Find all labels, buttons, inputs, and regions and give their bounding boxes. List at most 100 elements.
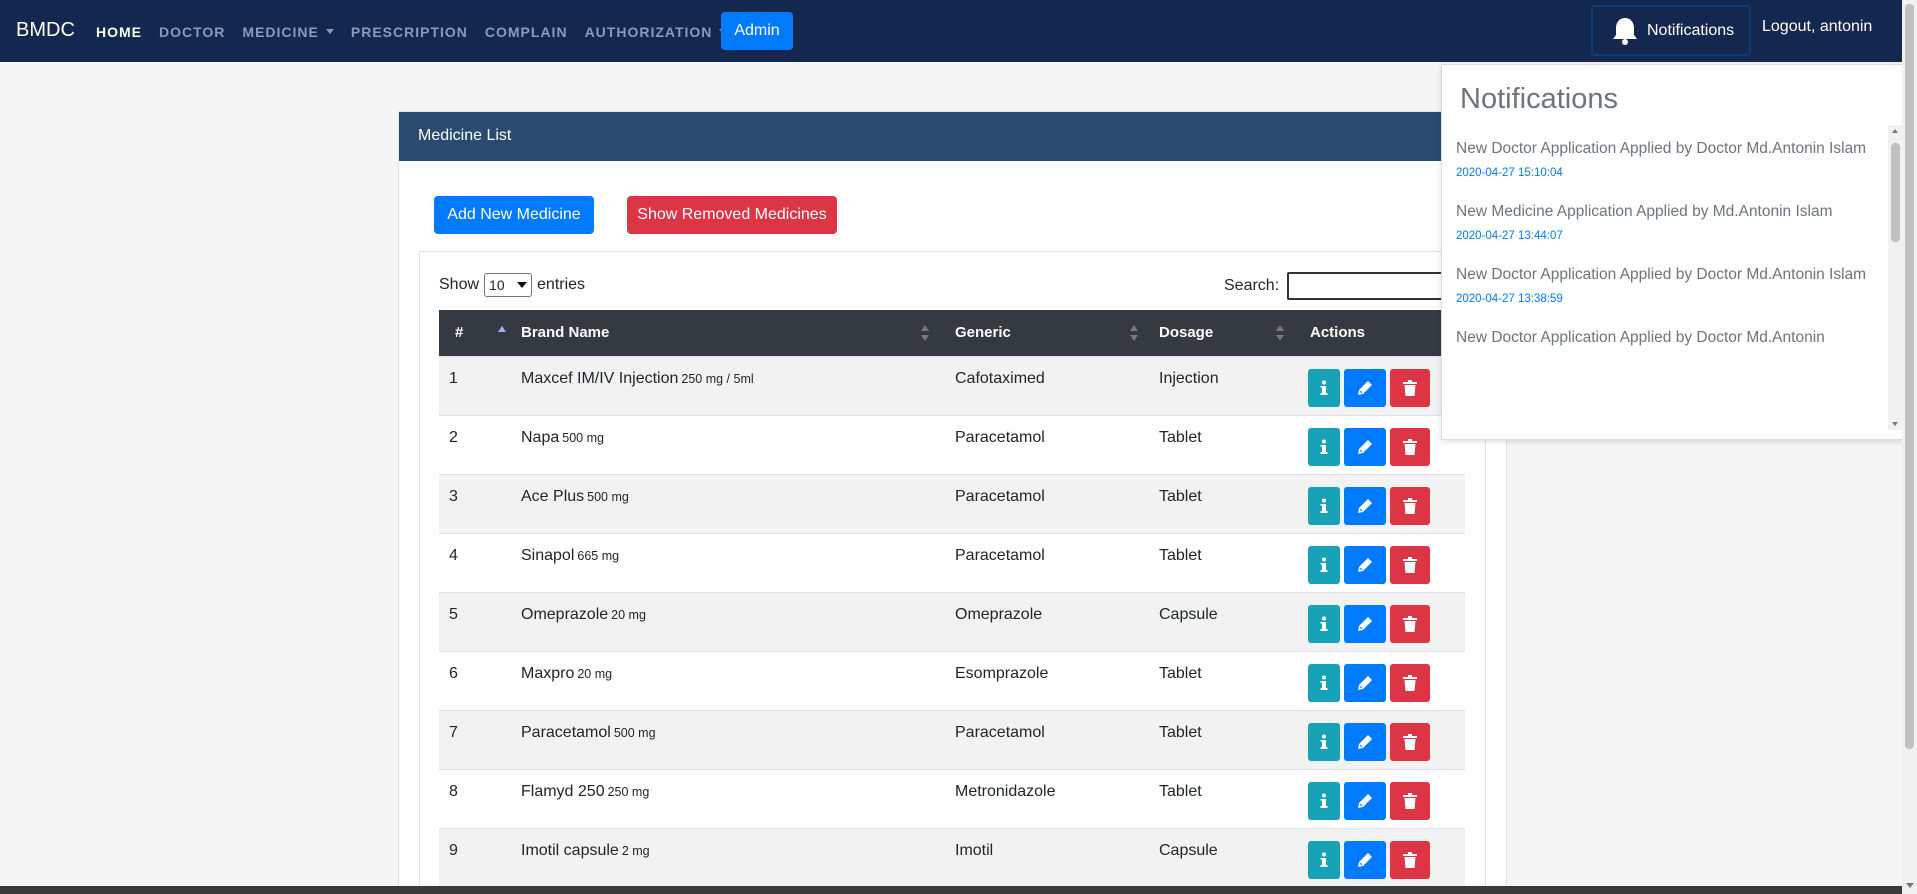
delete-button[interactable]	[1390, 427, 1430, 466]
cell-generic: Omeprazole	[955, 605, 1043, 623]
scroll-down-icon[interactable]	[1892, 422, 1898, 426]
info-button[interactable]	[1308, 663, 1340, 702]
notifications-button[interactable]: Notifications	[1591, 5, 1751, 56]
table-row: 9 Imotil capsule 2 mg Imotil Capsule	[439, 828, 1465, 887]
cell-dosage: Injection	[1159, 369, 1219, 387]
notification-time: 2020-04-27 15:10:04	[1456, 167, 1563, 179]
delete-button[interactable]	[1390, 781, 1430, 820]
cell-brand: Maxcef IM/IV Injection 250 mg / 5ml	[521, 356, 937, 415]
entries-select[interactable]: 10	[484, 273, 533, 297]
edit-button[interactable]	[1344, 781, 1386, 820]
col-brand[interactable]: Brand Name	[521, 310, 937, 356]
delete-button[interactable]	[1390, 722, 1430, 761]
brand-name: Maxpro	[521, 664, 575, 682]
cell-generic: Paracetamol	[955, 487, 1045, 505]
entries-label: entries	[537, 276, 586, 293]
cell-number: 1	[449, 369, 458, 387]
horizontal-scrollbar[interactable]	[0, 886, 1902, 894]
delete-button[interactable]	[1390, 840, 1430, 879]
info-button[interactable]	[1308, 840, 1340, 879]
brand-name: Ace Plus	[521, 487, 585, 505]
sort-asc-icon	[498, 326, 506, 332]
edit-button[interactable]	[1344, 545, 1386, 584]
notifications-scrollbar[interactable]	[1888, 125, 1902, 430]
cell-brand: Maxpro 20 mg	[521, 651, 937, 710]
info-icon	[1320, 675, 1328, 690]
cell-number: 3	[449, 487, 458, 505]
col-generic[interactable]: Generic	[937, 310, 1146, 356]
info-icon	[1320, 793, 1328, 808]
notification-item[interactable]: New Doctor Application Applied by Doctor…	[1456, 326, 1876, 350]
show-removed-button[interactable]: Show Removed Medicines	[627, 196, 837, 234]
scroll-down-icon[interactable]	[1906, 883, 1914, 888]
col-generic-label: Generic	[955, 324, 1011, 342]
table-row: 8 Flamyd 250 250 mg Metronidazole Tablet	[439, 769, 1465, 828]
page-scrollbar[interactable]	[1902, 0, 1917, 894]
brand-strength: 500 mg	[613, 725, 656, 740]
edit-button[interactable]	[1344, 368, 1386, 407]
cell-actions	[1292, 533, 1465, 592]
brand-logo[interactable]: BMDC	[16, 19, 75, 42]
cell-dosage: Tablet	[1159, 664, 1202, 682]
cell-brand: Omeprazole 20 mg	[521, 592, 937, 651]
entries-value: 10	[489, 277, 505, 293]
notification-item[interactable]: New Doctor Application Applied by Doctor…	[1456, 263, 1876, 305]
col-number[interactable]: #	[439, 310, 521, 356]
notification-time: 2020-04-27 13:44:07	[1456, 230, 1563, 242]
delete-button[interactable]	[1390, 545, 1430, 584]
nav-prescription[interactable]: PRESCRIPTION	[351, 24, 468, 40]
trash-icon	[1403, 556, 1417, 573]
search-area: Search:	[1224, 272, 1478, 300]
delete-button[interactable]	[1390, 604, 1430, 643]
logout-link[interactable]: Logout, antonin	[1762, 18, 1872, 36]
info-button[interactable]	[1308, 545, 1340, 584]
cell-actions	[1292, 415, 1465, 474]
medicine-table: # Brand Name Generic Dosage Actions 1 Max…	[439, 310, 1465, 887]
page-scrollbar-thumb[interactable]	[1905, 4, 1914, 749]
admin-button[interactable]: Admin	[721, 12, 793, 50]
nav-home[interactable]: HOME	[96, 24, 142, 40]
delete-button[interactable]	[1390, 486, 1430, 525]
pencil-icon	[1358, 734, 1372, 749]
cell-generic: Paracetamol	[955, 428, 1045, 446]
edit-button[interactable]	[1344, 427, 1386, 466]
nav-complain[interactable]: COMPLAIN	[485, 24, 568, 40]
pencil-icon	[1358, 675, 1372, 690]
nav-doctor[interactable]: DOCTOR	[159, 24, 225, 40]
nav-medicine[interactable]: MEDICINE	[242, 24, 334, 40]
edit-button[interactable]	[1344, 486, 1386, 525]
info-button[interactable]	[1308, 368, 1340, 407]
col-dosage-label: Dosage	[1159, 324, 1214, 342]
info-button[interactable]	[1308, 722, 1340, 761]
nav-authorization[interactable]: AUTHORIZATION	[585, 24, 728, 40]
cell-number: 9	[449, 841, 458, 859]
table-row: 5 Omeprazole 20 mg Omeprazole Capsule	[439, 592, 1465, 651]
chevron-down-icon	[517, 282, 528, 288]
info-icon	[1320, 557, 1328, 572]
pencil-icon	[1358, 380, 1372, 395]
table-row: 3 Ace Plus 500 mg Paracetamol Tablet	[439, 474, 1465, 533]
pencil-icon	[1358, 852, 1372, 867]
cell-dosage: Tablet	[1159, 546, 1202, 564]
add-medicine-button[interactable]: Add New Medicine	[434, 196, 594, 234]
delete-button[interactable]	[1390, 663, 1430, 702]
col-dosage[interactable]: Dosage	[1146, 310, 1292, 356]
scroll-up-icon[interactable]	[1892, 129, 1898, 133]
info-button[interactable]	[1308, 604, 1340, 643]
info-button[interactable]	[1308, 781, 1340, 820]
edit-button[interactable]	[1344, 604, 1386, 643]
top-navbar: BMDC HOME DOCTOR MEDICINE PRESCRIPTION C…	[0, 0, 1917, 62]
edit-button[interactable]	[1344, 663, 1386, 702]
scrollbar-thumb[interactable]	[1891, 143, 1900, 242]
info-button[interactable]	[1308, 486, 1340, 525]
info-button[interactable]	[1308, 427, 1340, 466]
delete-button[interactable]	[1390, 368, 1430, 407]
cell-actions	[1292, 651, 1465, 710]
cell-dosage: Capsule	[1159, 841, 1218, 859]
edit-button[interactable]	[1344, 722, 1386, 761]
notification-item[interactable]: New Medicine Application Applied by Md.A…	[1456, 200, 1876, 242]
notification-item[interactable]: New Doctor Application Applied by Doctor…	[1456, 137, 1876, 179]
pencil-icon	[1358, 439, 1372, 454]
edit-button[interactable]	[1344, 840, 1386, 879]
cell-number: 8	[449, 782, 458, 800]
